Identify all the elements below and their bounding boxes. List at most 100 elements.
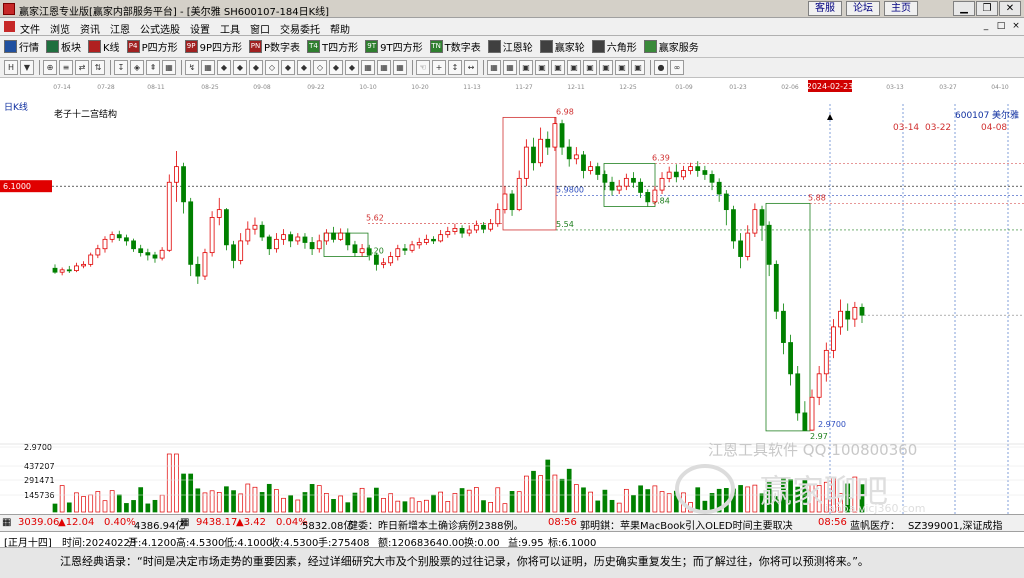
- mdi-close-button[interactable]: ×: [1009, 20, 1023, 33]
- menu-browse[interactable]: 浏览: [50, 21, 70, 36]
- drawing-tool-26-icon[interactable]: ↕: [448, 60, 462, 75]
- news-ticker-2[interactable]: 郭明錤：苹果MacBook引入OLED时间主要取决: [580, 517, 793, 531]
- mdi-minimize-button[interactable]: _: [979, 20, 993, 33]
- menu-settings[interactable]: 设置: [190, 21, 210, 36]
- menu-help[interactable]: 帮助: [330, 21, 350, 36]
- candle-body: [845, 310, 851, 320]
- drawing-tool-5-icon[interactable]: ⇅: [91, 60, 105, 75]
- news-ticker-1[interactable]: 健委：昨日新增本土确诊病例2388例。: [348, 517, 523, 531]
- candle-body: [295, 236, 301, 242]
- news-time-1: 08:56: [548, 517, 577, 528]
- menu-window[interactable]: 窗口: [250, 21, 270, 36]
- drawing-tool-14-icon[interactable]: ◆: [249, 60, 263, 75]
- minimize-button[interactable]: ▁: [953, 1, 975, 16]
- candle-body: [859, 306, 865, 316]
- drawing-tool-31-icon[interactable]: ▣: [535, 60, 549, 75]
- drawing-tool-34-icon[interactable]: ▣: [583, 60, 597, 75]
- volume-bar: [481, 500, 486, 513]
- volume-bar: [259, 492, 265, 513]
- menu-news[interactable]: 资讯: [80, 21, 100, 36]
- volume-axis-label: 145736: [24, 491, 55, 500]
- volume-bar: [623, 488, 629, 513]
- drawing-tool-36-icon[interactable]: ▣: [615, 60, 629, 75]
- toolbar-item-10[interactable]: 赢家轮: [539, 39, 585, 54]
- drawing-tool-9-icon[interactable]: ▦: [162, 60, 176, 75]
- sz-index-label[interactable]: SZ399001,深证成指: [908, 517, 1003, 531]
- candle-body: [116, 234, 122, 239]
- close-button[interactable]: ✕: [999, 1, 1021, 16]
- drawing-tool-12-icon[interactable]: ◆: [217, 60, 231, 75]
- drawing-tool-2-icon[interactable]: ⊕: [43, 60, 57, 75]
- drawing-tool-8-icon[interactable]: ⇞: [146, 60, 160, 75]
- volume-bar: [581, 487, 586, 513]
- drawing-tool-17-icon[interactable]: ◆: [297, 60, 311, 75]
- candle-body: [409, 244, 415, 251]
- home-link[interactable]: 主页: [884, 1, 918, 16]
- drawing-tool-19-icon[interactable]: ◆: [329, 60, 343, 75]
- drawing-tool-37-icon[interactable]: ▣: [631, 60, 645, 75]
- drawing-tool-30-icon[interactable]: ▣: [519, 60, 533, 75]
- news-ticker-3[interactable]: 蓝帆医疗：: [850, 517, 900, 531]
- drawing-tool-23-icon[interactable]: ▦: [393, 60, 407, 75]
- toolbar-item-6[interactable]: T4 T四方形: [307, 39, 358, 54]
- drawing-tool-27-icon[interactable]: ↔: [464, 60, 478, 75]
- toolbar-item-2[interactable]: K线: [88, 39, 120, 54]
- menu-tools[interactable]: 工具: [220, 21, 240, 36]
- drawing-tool-35-icon[interactable]: ▣: [599, 60, 613, 75]
- drawing-tool-21-icon[interactable]: ▦: [361, 60, 375, 75]
- menu-file[interactable]: 文件: [20, 21, 40, 36]
- drawing-toolbar: H ▼ ⊕ ≡ ⇄ ⇅ ↧ ◈ ⇞ ▦ ↯ ▦ ◆ ◆ ◆ ◇ ◆ ◆ ◇ ◆ ◆ ▦ ▦ ▦ ☜ + ↕ ↔ ▦ ▦ ▣ ▣ ▣ ▣ ▣ ▣ ▣ ▣ ● ∞: [0, 58, 1024, 78]
- drawing-tool-25-icon[interactable]: +: [432, 60, 446, 75]
- drawing-tool-3-icon[interactable]: ≡: [59, 60, 73, 75]
- toolbar-item-1[interactable]: 板块: [46, 39, 81, 54]
- drawing-tool-15-icon[interactable]: ◇: [265, 60, 279, 75]
- drawing-tool-24-icon[interactable]: ☜: [416, 60, 430, 75]
- drawing-tool-29-icon[interactable]: ▦: [503, 60, 517, 75]
- service-link[interactable]: 客服: [808, 1, 842, 16]
- toolbar-item-0[interactable]: 行情: [4, 39, 39, 54]
- toolbar-item-11[interactable]: 六角形: [591, 39, 637, 54]
- watermark-url: liaoba.vicj360.com: [822, 502, 925, 514]
- toolbar-item-4[interactable]: 9P 9P四方形: [184, 39, 242, 54]
- menu-gann[interactable]: 江恩: [110, 21, 130, 36]
- volume-bar: [666, 493, 672, 513]
- menu-formula[interactable]: 公式选股: [140, 21, 180, 36]
- drawing-tool-10-icon[interactable]: ↯: [185, 60, 199, 75]
- drawing-tool-4-icon[interactable]: ⇄: [75, 60, 89, 75]
- drawing-tool-11-icon[interactable]: ▦: [201, 60, 215, 75]
- toolbar-item-3[interactable]: P4 P四方形: [126, 39, 178, 54]
- mdi-restore-button[interactable]: □: [994, 20, 1008, 33]
- drawing-tool-1-icon[interactable]: ▼: [20, 60, 34, 75]
- drawing-tool-33-icon[interactable]: ▣: [567, 60, 581, 75]
- drawing-tool-0-icon[interactable]: H: [4, 60, 18, 75]
- kline-chart[interactable]: 6.98 5.9800 6.39 5.84 5.62 5.20 5.54 5.88 2.9700…: [0, 94, 1024, 515]
- drawing-tool-18-icon[interactable]: ◇: [313, 60, 327, 75]
- toolbar-item-7[interactable]: 9T 9T四方形: [365, 39, 423, 54]
- date-axis-label: 12-11: [567, 84, 585, 91]
- drawing-tool-16-icon[interactable]: ◆: [281, 60, 295, 75]
- toolbar-item-9[interactable]: 江恩轮: [487, 39, 533, 54]
- volume-bar: [366, 497, 372, 513]
- drawing-tool-32-icon[interactable]: ▣: [551, 60, 565, 75]
- candle-body: [673, 171, 679, 178]
- candle-body: [538, 138, 544, 164]
- drawing-tool-22-icon[interactable]: ▦: [377, 60, 391, 75]
- toolbar-item-8[interactable]: TN T数字表: [429, 39, 481, 54]
- drawing-tool-39-icon[interactable]: ∞: [670, 60, 684, 75]
- drawing-tool-20-icon[interactable]: ◆: [345, 60, 359, 75]
- drawing-tool-28-icon[interactable]: ▦: [487, 60, 501, 75]
- forum-link[interactable]: 论坛: [846, 1, 880, 16]
- menu-trade[interactable]: 交易委托: [280, 21, 320, 36]
- drawing-tool-7-icon[interactable]: ◈: [130, 60, 144, 75]
- candle-body: [323, 232, 329, 242]
- drawing-tool-6-icon[interactable]: ↧: [114, 60, 128, 75]
- candle-body: [381, 262, 386, 265]
- app-menu-icon[interactable]: [4, 21, 15, 32]
- toolbar-item-12[interactable]: 赢家服务: [643, 39, 699, 54]
- drawing-tool-38-icon[interactable]: ●: [654, 60, 668, 75]
- maximize-button[interactable]: ❐: [976, 1, 998, 16]
- drawing-tool-13-icon[interactable]: ◆: [233, 60, 247, 75]
- toolbar-item-5[interactable]: PN P数字表: [249, 39, 300, 54]
- toolbar-item-label: 江恩轮: [502, 43, 533, 54]
- candle-body: [481, 224, 486, 230]
